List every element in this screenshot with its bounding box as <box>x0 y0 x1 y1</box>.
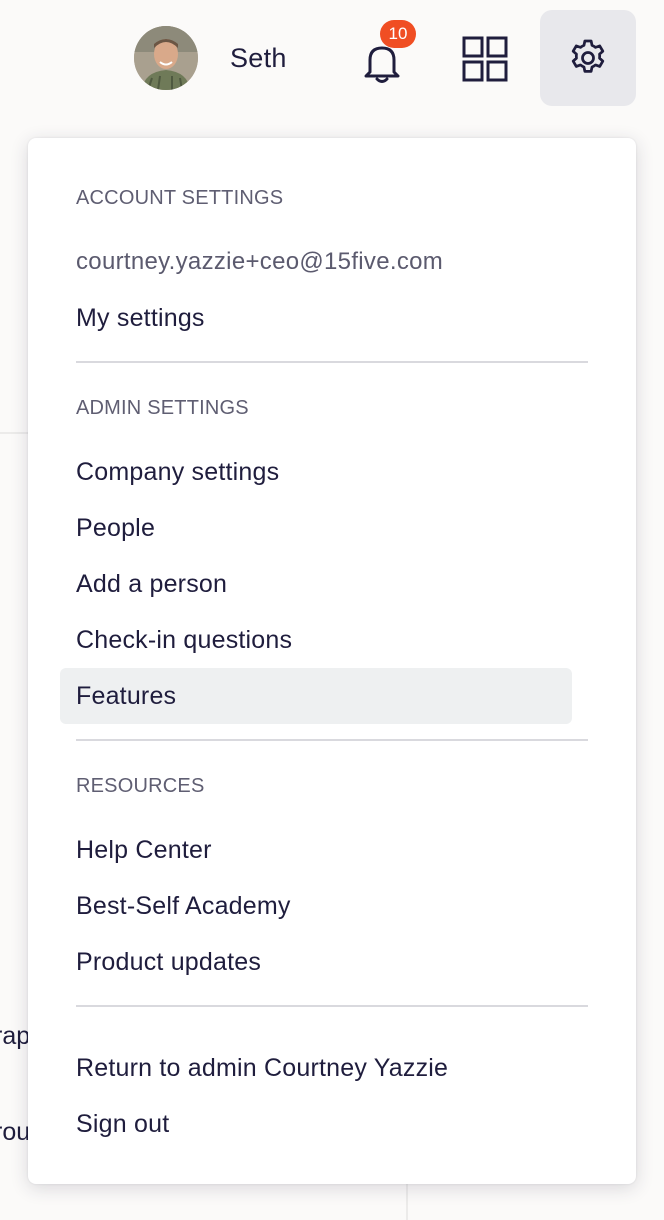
menu-divider <box>76 361 588 363</box>
menu-divider <box>76 1005 588 1007</box>
settings-button[interactable] <box>540 10 636 106</box>
user-name[interactable]: Seth <box>230 40 287 76</box>
background-text-fragment: rap <box>0 1022 31 1050</box>
menu-item-sign-out[interactable]: Sign out <box>76 1107 169 1141</box>
admin-settings-heading: ADMIN SETTINGS <box>76 397 249 419</box>
account-settings-heading: ACCOUNT SETTINGS <box>76 187 284 209</box>
apps-grid-icon <box>462 36 508 82</box>
menu-item-add-a-person[interactable]: Add a person <box>76 567 227 601</box>
menu-item-best-self-academy[interactable]: Best-Self Academy <box>76 889 291 923</box>
background-divider-vertical <box>406 1180 408 1220</box>
account-email: courtney.yazzie+ceo@15five.com <box>76 248 444 275</box>
top-bar: Seth 10 <box>0 0 664 116</box>
settings-dropdown-menu: ACCOUNT SETTINGS courtney.yazzie+ceo@15f… <box>28 138 636 1184</box>
gear-icon <box>571 39 605 73</box>
menu-divider <box>76 739 588 741</box>
menu-item-people[interactable]: People <box>76 511 155 545</box>
background-divider <box>0 432 30 434</box>
menu-item-return-to-admin[interactable]: Return to admin Courtney Yazzie <box>76 1051 448 1085</box>
menu-item-check-in-questions[interactable]: Check-in questions <box>76 623 292 657</box>
apps-button[interactable] <box>456 32 514 90</box>
background-text-fragment: rou <box>0 1118 31 1146</box>
resources-heading: RESOURCES <box>76 775 205 797</box>
menu-item-product-updates[interactable]: Product updates <box>76 945 261 979</box>
avatar-photo <box>134 26 198 90</box>
menu-item-company-settings[interactable]: Company settings <box>76 455 279 489</box>
notification-badge: 10 <box>380 20 416 48</box>
menu-item-features[interactable]: Features <box>76 679 176 713</box>
avatar[interactable] <box>134 26 198 90</box>
menu-item-help-center[interactable]: Help Center <box>76 833 212 867</box>
menu-item-my-settings[interactable]: My settings <box>76 301 205 335</box>
